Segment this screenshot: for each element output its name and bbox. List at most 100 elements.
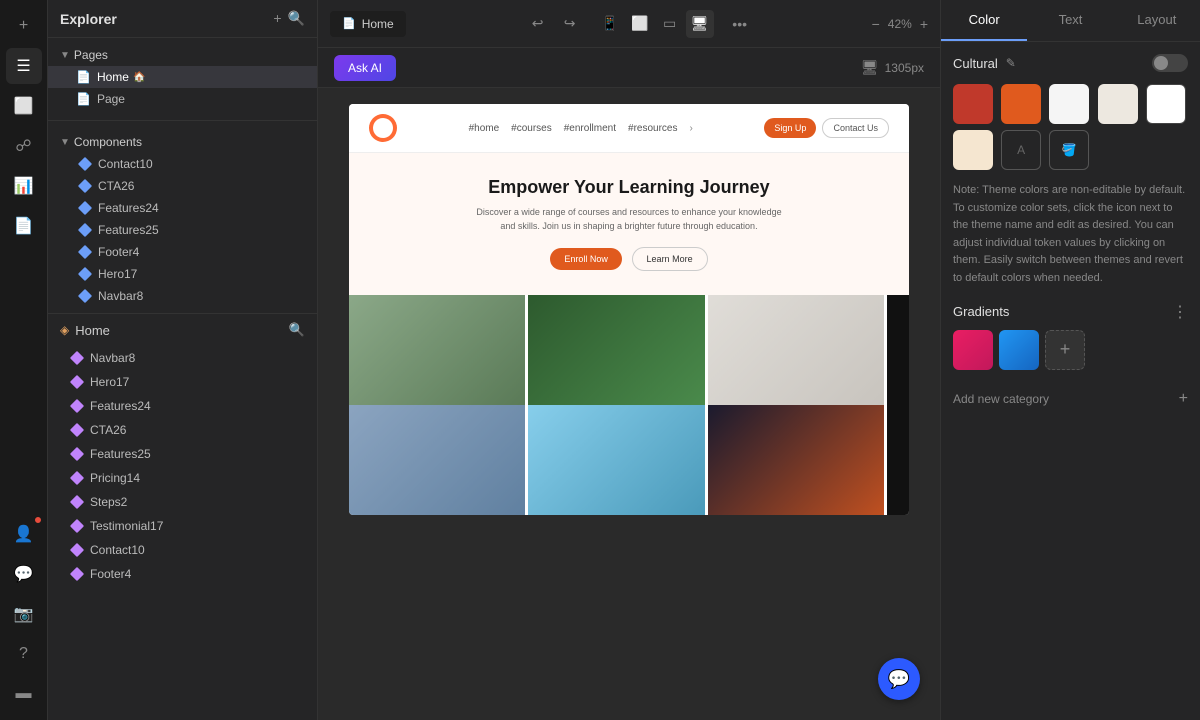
add-gradient-button[interactable]: + xyxy=(1045,330,1085,370)
add-icon[interactable]: + xyxy=(6,8,42,44)
toolbar-right: − 42% + xyxy=(872,16,928,32)
add-page-icon[interactable]: + xyxy=(273,10,281,27)
preview-logo-inner xyxy=(373,118,393,138)
swatch-1[interactable] xyxy=(953,84,993,124)
tab-color[interactable]: Color xyxy=(941,0,1027,41)
preview-logo xyxy=(369,114,397,142)
layers-icon[interactable]: ☍ xyxy=(6,128,42,164)
more-options-button[interactable]: ••• xyxy=(726,10,754,38)
component-navbar8[interactable]: Navbar8 xyxy=(48,285,317,307)
pages-icon[interactable]: ☰ xyxy=(6,48,42,84)
component-features25[interactable]: Features25 xyxy=(48,219,317,241)
gallery-item-7 xyxy=(708,405,884,515)
ask-ai-button[interactable]: Ask AI xyxy=(334,55,396,81)
home-steps2[interactable]: Steps2 xyxy=(48,490,317,514)
component-contact10[interactable]: Contact10 xyxy=(48,153,317,175)
tab-layout[interactable]: Layout xyxy=(1114,0,1200,41)
theme-row: Cultural ✎ xyxy=(953,54,1188,72)
component-features24[interactable]: Features24 xyxy=(48,197,317,219)
gallery-item-1 xyxy=(349,295,525,405)
zoom-in-button[interactable]: + xyxy=(920,16,928,32)
gradient-swatch-1[interactable] xyxy=(953,330,993,370)
nav-link-more[interactable]: › xyxy=(689,123,692,134)
enroll-button[interactable]: Enroll Now xyxy=(550,248,622,270)
home-features25[interactable]: Features25 xyxy=(48,442,317,466)
component-hero17[interactable]: Hero17 xyxy=(48,263,317,285)
toggle-thumb xyxy=(1154,56,1168,70)
swatch-4[interactable] xyxy=(1098,84,1138,124)
terminal-icon[interactable]: ▬ xyxy=(6,676,42,712)
gradient-swatch-2[interactable] xyxy=(999,330,1039,370)
home-layer-title: ◈ Home xyxy=(60,323,110,338)
explorer-actions: + 🔍 xyxy=(273,10,305,27)
tab-text[interactable]: Text xyxy=(1027,0,1113,41)
mobile-device-button[interactable]: 📱 xyxy=(596,10,624,38)
theme-name: Cultural xyxy=(953,56,998,71)
right-panel: Color Text Layout Cultural ✎ A 🪣 N xyxy=(940,0,1200,720)
swatch-2[interactable] xyxy=(1001,84,1041,124)
help-icon[interactable]: ? xyxy=(6,636,42,672)
gradients-menu-icon[interactable]: ⋮ xyxy=(1172,302,1188,322)
tablet-landscape-button[interactable]: ▭ xyxy=(656,10,684,38)
chat-button[interactable]: 💬 xyxy=(878,658,920,700)
home-pricing14[interactable]: Pricing14 xyxy=(48,466,317,490)
canvas-content[interactable]: #home #courses #enrollment #resources › … xyxy=(318,88,940,720)
assets-icon[interactable]: 📄 xyxy=(6,208,42,244)
learn-more-button[interactable]: Learn More xyxy=(632,247,708,271)
diamond-icon xyxy=(78,223,92,237)
canvas-size-display: 🖥 1305px xyxy=(861,59,924,76)
home-search-icon[interactable]: 🔍 xyxy=(289,322,305,338)
home-tab[interactable]: 📄 Home xyxy=(330,11,406,37)
nav-link-courses[interactable]: #courses xyxy=(511,123,552,134)
swatch-3[interactable] xyxy=(1049,84,1089,124)
component-label: Footer4 xyxy=(98,245,139,259)
swatch-text[interactable]: A xyxy=(1001,130,1041,170)
page-icon: 📄 xyxy=(76,92,91,106)
preview-contact-button[interactable]: Contact Us xyxy=(822,118,889,138)
swatch-6[interactable] xyxy=(953,130,993,170)
components-section-header[interactable]: ▼ Components xyxy=(48,131,317,153)
desktop-device-button[interactable]: 🖥 xyxy=(686,10,714,38)
home-cta26[interactable]: CTA26 xyxy=(48,418,317,442)
diamond-icon xyxy=(78,267,92,281)
camera-icon[interactable]: 📷 xyxy=(6,596,42,632)
layer-label: Features24 xyxy=(90,399,151,413)
component-cta26[interactable]: CTA26 xyxy=(48,175,317,197)
tablet-device-button[interactable]: ⬜ xyxy=(626,10,654,38)
swatch-5[interactable] xyxy=(1146,84,1186,124)
nav-link-resources[interactable]: #resources xyxy=(628,123,677,134)
pages-section-header[interactable]: ▼ Pages xyxy=(48,44,317,66)
device-buttons: 📱 ⬜ ▭ 🖥 xyxy=(596,10,714,38)
home-footer4[interactable]: Footer4 xyxy=(48,562,317,586)
home-page-item[interactable]: 📄 Home 🏠 xyxy=(48,66,317,88)
user-avatar[interactable]: 👤 xyxy=(6,516,42,552)
component-label: Features25 xyxy=(98,223,159,237)
swatch-bucket[interactable]: 🪣 xyxy=(1049,130,1089,170)
redo-button[interactable]: ↪ xyxy=(556,10,584,38)
component-label: Features24 xyxy=(98,201,159,215)
discord-icon[interactable]: 💬 xyxy=(6,556,42,592)
preview-signup-button[interactable]: Sign Up xyxy=(764,118,816,138)
page-item[interactable]: 📄 Page xyxy=(48,88,317,110)
component-label: Navbar8 xyxy=(98,289,143,303)
home-testimonial17[interactable]: Testimonial17 xyxy=(48,514,317,538)
home-contact10[interactable]: Contact10 xyxy=(48,538,317,562)
nav-link-home[interactable]: #home xyxy=(469,123,500,134)
zoom-level: 42% xyxy=(888,17,912,31)
home-hero17[interactable]: Hero17 xyxy=(48,370,317,394)
theme-edit-icon[interactable]: ✎ xyxy=(1006,56,1016,70)
add-category-button[interactable]: + xyxy=(1179,390,1188,408)
theme-toggle-track[interactable] xyxy=(1152,54,1188,72)
undo-button[interactable]: ↩ xyxy=(524,10,552,38)
gallery-item-4-partial xyxy=(887,295,909,405)
home-diamond-icon xyxy=(70,471,84,485)
components-icon[interactable]: ⬜ xyxy=(6,88,42,124)
home-features24[interactable]: Features24 xyxy=(48,394,317,418)
home-navbar8[interactable]: Navbar8 xyxy=(48,346,317,370)
search-icon[interactable]: 🔍 xyxy=(288,10,305,27)
component-footer4[interactable]: Footer4 xyxy=(48,241,317,263)
cms-icon[interactable]: 📊 xyxy=(6,168,42,204)
nav-link-enrollment[interactable]: #enrollment xyxy=(564,123,616,134)
home-diamond-icon xyxy=(70,567,84,581)
zoom-out-button[interactable]: − xyxy=(872,16,880,32)
